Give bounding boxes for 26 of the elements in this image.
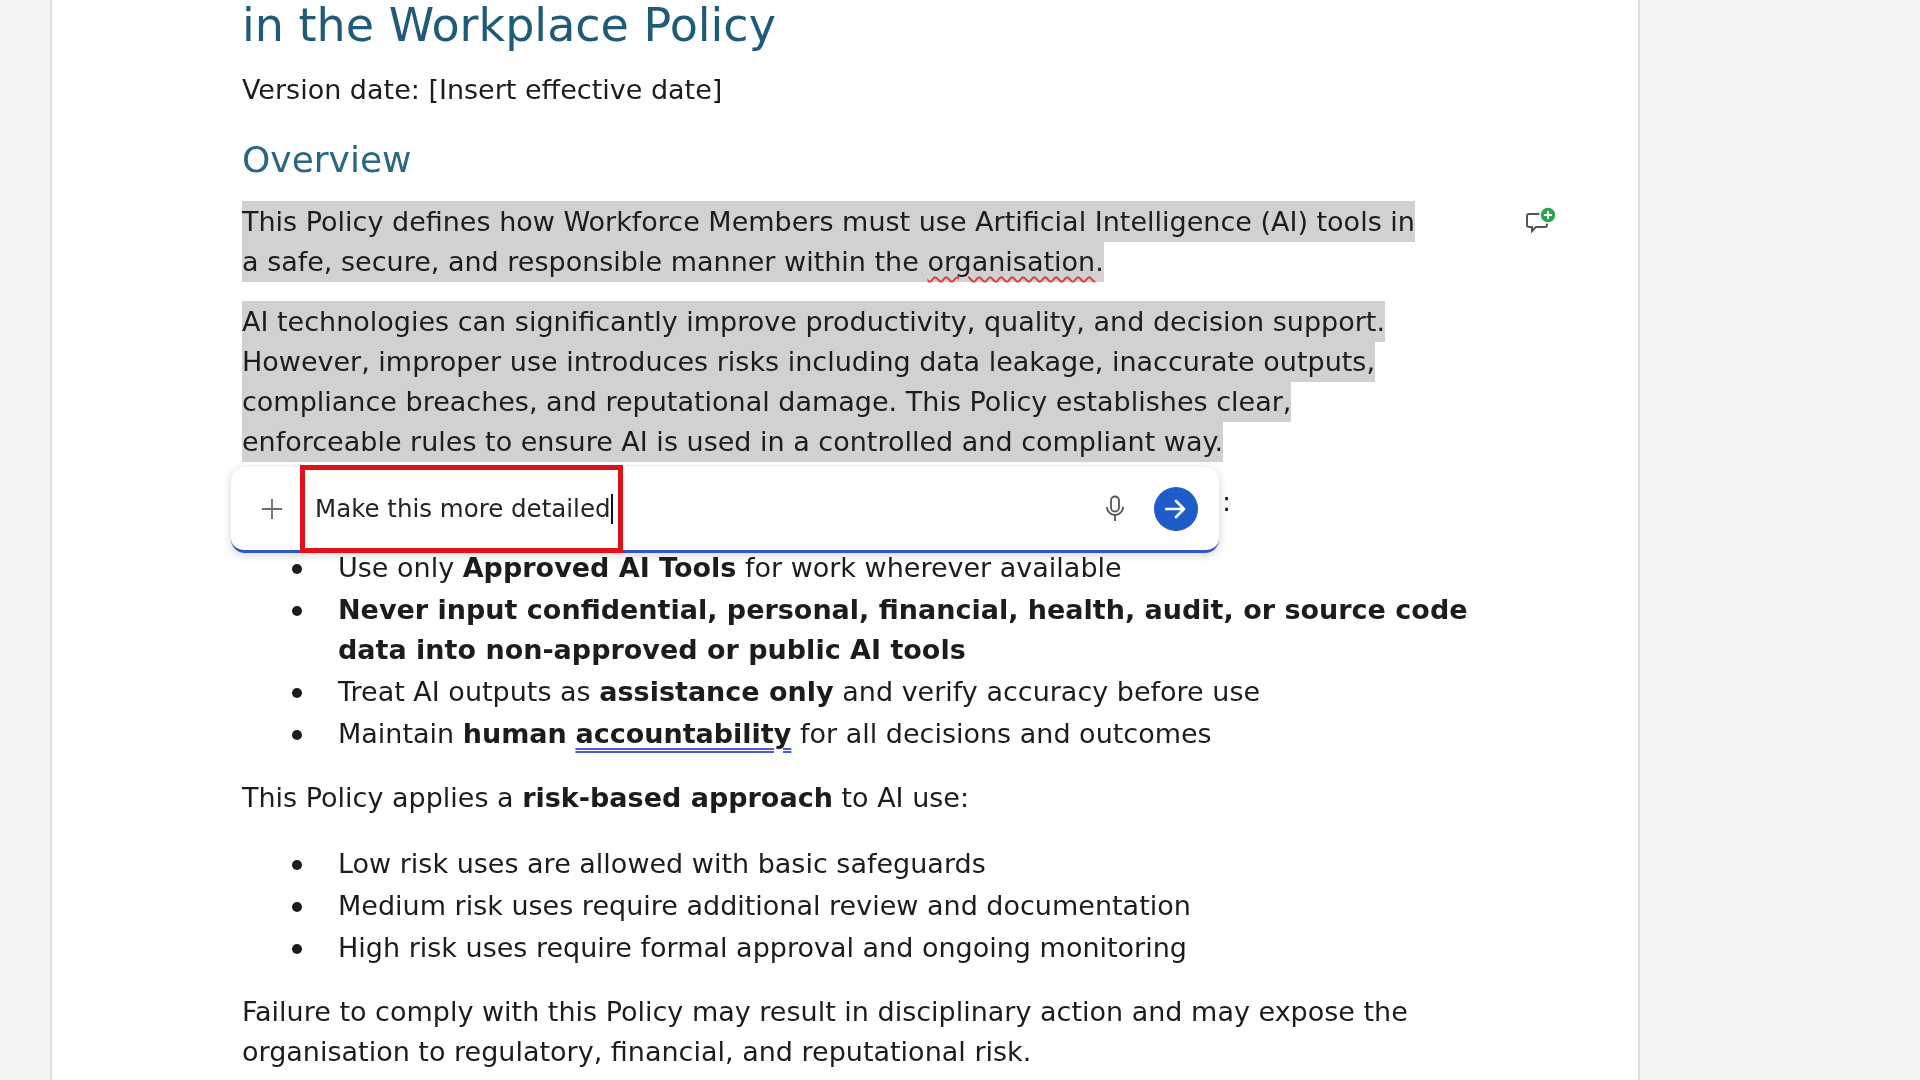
paragraph-text: This Policy applies a risk-based approach to AI use: [242,781,971,815]
text-cursor-icon [610,493,613,524]
bullet-text: Treat AI outputs as assistance only and verify accuracy before use [338,675,1262,709]
bullet-text: Use only Approved AI Tools for work wherever available [338,551,1123,585]
paragraph-fragment: : [1222,485,1232,519]
bullet-text: High risk uses require formal approval and ongoing monitoring [338,931,1188,965]
bullet-text: Low risk uses are allowed with basic safeguards [338,847,987,881]
bullet-icon [292,730,302,740]
bullet-icon [292,860,302,870]
send-button[interactable] [1154,486,1198,531]
bullet-icon [292,902,302,912]
bullet-icon [292,606,302,616]
plus-icon[interactable] [261,497,283,520]
microphone-icon[interactable] [1105,494,1125,523]
bullet-text: Medium risk uses require additional review and documentation [338,889,1192,923]
bullet-icon [292,688,302,698]
comment-plus-icon[interactable] [1525,206,1557,236]
version-date-text: Version date: [Insert effective date] [242,73,724,107]
section-heading: Overview [242,138,413,182]
bullet-text: Maintain human accountability for all decisions and outcomes [338,717,1213,751]
bullet-icon [292,564,302,574]
document-title: in the Workplace Policy [242,0,777,50]
bullet-icon [292,944,302,954]
arrow-right-icon [1165,498,1187,519]
prompt-input[interactable]: Make this more detailed [315,492,1105,525]
paragraph-text: Failure to comply with this Policy may result in disciplinary action and may expose the organisation to regulatory, financial, and reputational risk. [242,995,1409,1069]
